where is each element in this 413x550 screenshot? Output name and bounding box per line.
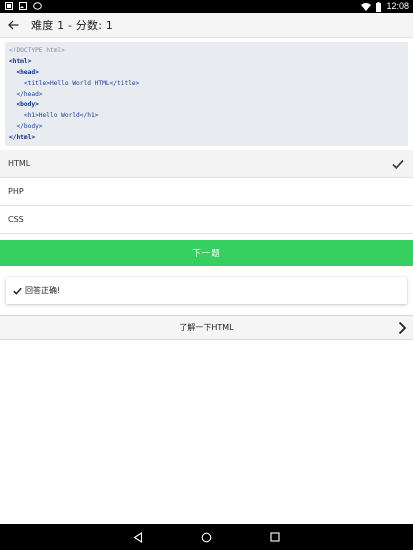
back-button[interactable] xyxy=(1,13,25,37)
nav-home-button[interactable] xyxy=(199,530,213,544)
navigation-bar xyxy=(0,524,413,550)
code-line: </html> xyxy=(9,134,36,142)
option-html[interactable]: HTML xyxy=(0,150,413,178)
code-line: </body> xyxy=(9,123,43,131)
answer-options: HTML PHP CSS xyxy=(0,150,413,234)
nav-back-button[interactable] xyxy=(131,530,145,544)
home-circle-icon xyxy=(201,532,211,542)
code-doctype: <!DOCTYPE html> xyxy=(9,47,65,54)
battery-icon xyxy=(376,1,382,12)
circle-icon xyxy=(33,2,42,10)
code-line: <h1>Hello World</h1> xyxy=(9,112,99,120)
chevron-right-icon xyxy=(398,321,407,335)
image-icon xyxy=(19,2,27,10)
result-card: 回答正确! xyxy=(6,277,407,304)
code-line: <html> xyxy=(9,57,32,65)
check-icon xyxy=(391,157,405,171)
learn-more-label: 了解一下HTML xyxy=(179,323,234,332)
next-question-button[interactable]: 下一题 xyxy=(0,240,413,266)
option-css[interactable]: CSS xyxy=(0,206,413,234)
check-icon xyxy=(13,287,22,295)
back-triangle-icon xyxy=(133,531,143,543)
arrow-left-icon xyxy=(7,20,18,30)
option-label: HTML xyxy=(8,159,31,168)
app-bar: 难度 1 - 分数: 1 xyxy=(0,13,413,38)
code-line: <head> xyxy=(9,68,39,76)
option-label: CSS xyxy=(8,215,24,224)
code-line: </head> xyxy=(9,90,43,98)
code-line: <!DOCTYPE html> xyxy=(9,46,404,57)
code-line: <title>Hello World HTML</title> xyxy=(9,79,404,90)
code-line: <body> xyxy=(9,101,39,109)
option-label: PHP xyxy=(8,187,24,196)
code-snippet: <!DOCTYPE html> <html> <head> <title>Hel… xyxy=(5,42,408,146)
status-bar: 12:08 xyxy=(0,0,413,13)
status-time: 12:08 xyxy=(386,1,409,11)
option-php[interactable]: PHP xyxy=(0,178,413,206)
result-text: 回答正确! xyxy=(25,286,61,295)
wifi-icon xyxy=(361,3,372,11)
learn-more-button[interactable]: 了解一下HTML xyxy=(0,315,413,340)
code-title-line: <title>Hello World HTML</title> xyxy=(9,79,140,87)
notification-icon xyxy=(5,2,13,10)
nav-recents-button[interactable] xyxy=(268,530,282,544)
page-title: 难度 1 - 分数: 1 xyxy=(31,19,114,32)
recents-square-icon xyxy=(270,532,280,542)
